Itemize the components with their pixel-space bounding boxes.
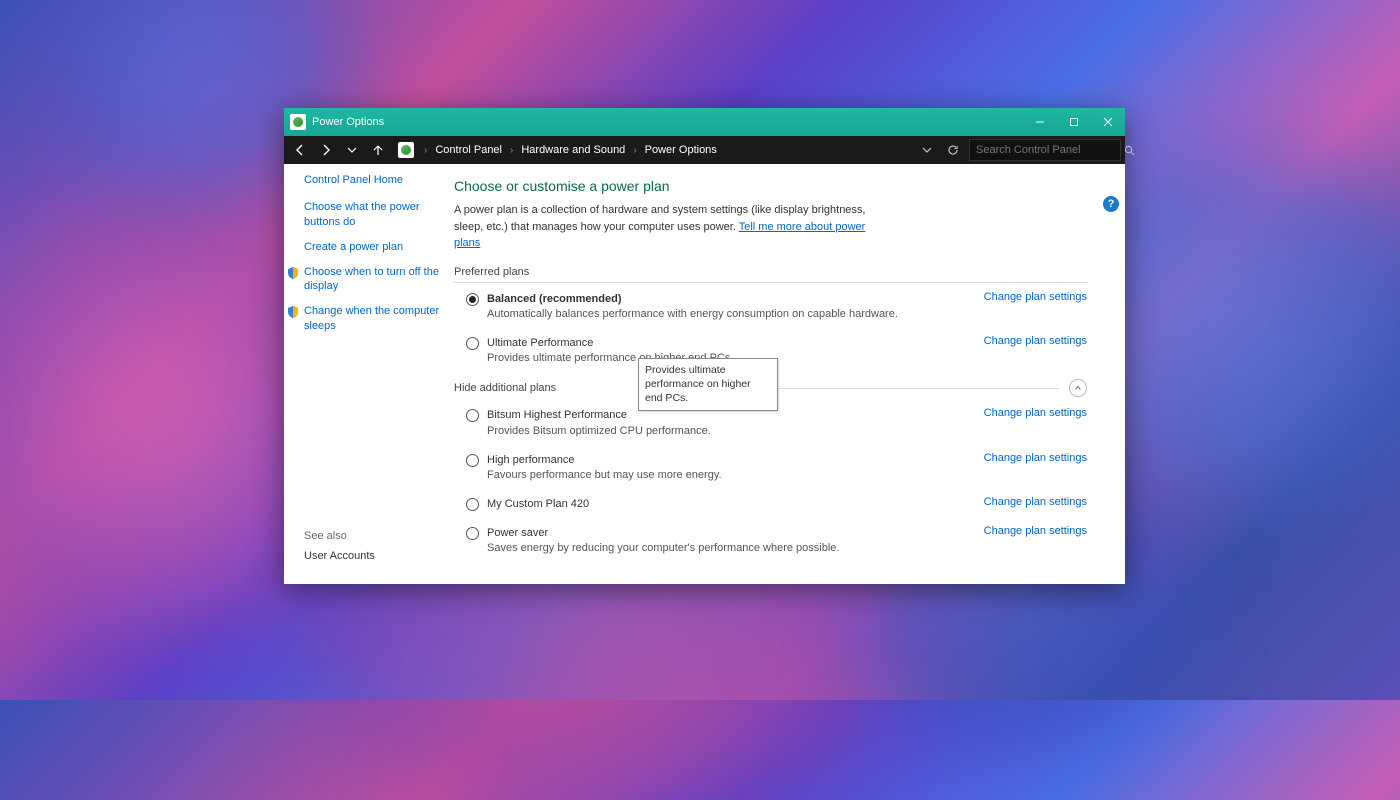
change-plan-settings-link[interactable]: Change plan settings	[984, 525, 1087, 537]
search-input[interactable]	[970, 144, 1124, 156]
chevron-icon: ›	[424, 145, 427, 156]
additional-plans-label[interactable]: Hide additional plans	[454, 382, 653, 394]
plan-name[interactable]: High performance	[487, 452, 984, 469]
window-title: Power Options	[312, 116, 384, 128]
search-box[interactable]	[969, 139, 1121, 161]
plan-name[interactable]: My Custom Plan 420	[487, 496, 984, 513]
task-power-buttons[interactable]: Choose what the power buttons do	[304, 200, 440, 230]
plan-high-performance: High performance Favours performance but…	[454, 452, 1105, 484]
maximize-button[interactable]	[1057, 108, 1091, 136]
close-button[interactable]	[1091, 108, 1125, 136]
chevron-icon: ›	[510, 145, 513, 156]
task-label: Choose when to turn off the display	[304, 266, 439, 293]
plan-bitsum: Bitsum Highest Performance Provides Bits…	[454, 407, 1105, 439]
minimize-button[interactable]	[1023, 108, 1057, 136]
plan-name[interactable]: Ultimate Performance	[487, 335, 984, 352]
plan-ultimate-performance: Ultimate Performance Provides ultimate p…	[454, 335, 1105, 367]
change-plan-settings-link[interactable]: Change plan settings	[984, 496, 1087, 508]
plan-desc: Saves energy by reducing your computer's…	[487, 541, 984, 557]
shield-icon	[286, 266, 300, 280]
preferred-plans-label: Preferred plans	[454, 266, 1105, 278]
additional-plans-toggle-row: Hide additional plans	[454, 379, 1105, 397]
task-create-plan[interactable]: Create a power plan	[304, 240, 440, 255]
location-icon	[398, 142, 414, 158]
task-computer-sleeps[interactable]: Change when the computer sleeps	[304, 304, 440, 334]
search-icon[interactable]	[1124, 145, 1135, 156]
tooltip: Provides ultimate performance on higher …	[638, 358, 778, 411]
change-plan-settings-link[interactable]: Change plan settings	[984, 335, 1087, 347]
recent-dropdown-icon[interactable]	[340, 138, 364, 162]
change-plan-settings-link[interactable]: Change plan settings	[984, 452, 1087, 464]
address-bar: › Control Panel › Hardware and Sound › P…	[284, 136, 1125, 164]
titlebar[interactable]: Power Options	[284, 108, 1125, 136]
refresh-button[interactable]	[943, 140, 963, 160]
content-pane: Choose or customise a power plan A power…	[448, 164, 1125, 584]
change-plan-settings-link[interactable]: Change plan settings	[984, 291, 1087, 303]
page-heading: Choose or customise a power plan	[454, 178, 1105, 194]
breadcrumb-1[interactable]: Hardware and Sound	[519, 142, 627, 158]
chevron-icon: ›	[633, 145, 636, 156]
forward-button[interactable]	[314, 138, 338, 162]
plan-desc: Favours performance but may use more ene…	[487, 468, 984, 484]
plan-balanced: Balanced (recommended) Automatically bal…	[454, 291, 1105, 323]
user-accounts-link[interactable]: User Accounts	[304, 550, 375, 562]
up-button[interactable]	[366, 138, 390, 162]
divider	[454, 282, 1087, 283]
radio-balanced[interactable]	[466, 293, 479, 306]
plan-name[interactable]: Balanced (recommended)	[487, 291, 984, 308]
see-also-label: See also	[304, 530, 347, 542]
radio-bitsum[interactable]	[466, 409, 479, 422]
change-plan-settings-link[interactable]: Change plan settings	[984, 407, 1087, 419]
sidebar: Control Panel Home Choose what the power…	[284, 164, 448, 584]
task-turn-off-display[interactable]: Choose when to turn off the display	[304, 265, 440, 295]
power-options-window: Power Options › Control Panel › Hardware…	[284, 108, 1125, 584]
plan-name[interactable]: Power saver	[487, 525, 984, 542]
shield-icon	[286, 305, 300, 319]
breadcrumb-2[interactable]: Power Options	[643, 142, 719, 158]
radio-high-perf[interactable]	[466, 454, 479, 467]
app-icon	[290, 114, 306, 130]
dropdown-chevron-icon[interactable]	[917, 140, 937, 160]
task-label: Change when the computer sleeps	[304, 305, 439, 332]
plan-desc: Provides Bitsum optimized CPU performanc…	[487, 424, 984, 440]
collapse-toggle[interactable]	[1069, 379, 1087, 397]
radio-power-saver[interactable]	[466, 527, 479, 540]
back-button[interactable]	[288, 138, 312, 162]
radio-ultimate[interactable]	[466, 337, 479, 350]
page-intro: A power plan is a collection of hardware…	[454, 202, 894, 252]
plan-desc: Automatically balances performance with …	[487, 307, 984, 323]
breadcrumb-0[interactable]: Control Panel	[433, 142, 504, 158]
plan-custom-420: My Custom Plan 420 Change plan settings	[454, 496, 1105, 513]
radio-custom[interactable]	[466, 498, 479, 511]
plan-power-saver: Power saver Saves energy by reducing you…	[454, 525, 1105, 557]
control-panel-home-link[interactable]: Control Panel Home	[304, 174, 440, 186]
